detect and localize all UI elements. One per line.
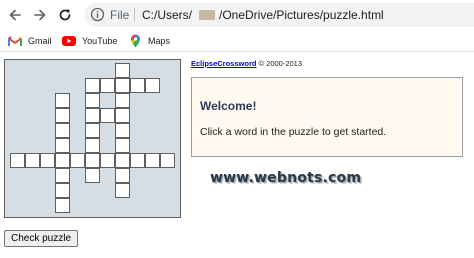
maps-icon: [128, 34, 142, 48]
crossword-cell[interactable]: [85, 153, 100, 168]
crossword-cell[interactable]: [85, 123, 100, 138]
crossword-cell[interactable]: [115, 153, 130, 168]
arrow-right-icon: [34, 9, 46, 21]
bookmark-youtube[interactable]: YouTube: [62, 34, 117, 48]
crossword-cell[interactable]: [115, 183, 130, 198]
crossword-cell[interactable]: [100, 153, 115, 168]
gmail-icon: [8, 35, 22, 47]
back-button[interactable]: [3, 3, 27, 27]
crossword-cell[interactable]: [145, 153, 160, 168]
copyright-text: © 2000-2013: [256, 59, 303, 68]
crossword-cell[interactable]: [55, 93, 70, 108]
address-bar[interactable]: File C:/Users/ /OneDrive/Pictures/puzzle…: [84, 3, 474, 27]
crossword-cell[interactable]: [130, 78, 145, 93]
crossword-cell[interactable]: [55, 108, 70, 123]
eclipsecrossword-link[interactable]: EclipseCrossword: [191, 59, 256, 68]
crossword-cell[interactable]: [55, 198, 70, 213]
crossword-cell[interactable]: [10, 153, 25, 168]
arrow-left-icon: [9, 9, 21, 21]
forward-button[interactable]: [28, 3, 52, 27]
crossword-cell[interactable]: [70, 153, 85, 168]
crossword-cell[interactable]: [85, 138, 100, 153]
crossword-cell[interactable]: [115, 63, 130, 78]
bookmark-label: Maps: [148, 36, 171, 46]
crossword-cell[interactable]: [145, 78, 160, 93]
redacted-username: [199, 10, 215, 20]
crossword-cell[interactable]: [85, 78, 100, 93]
watermark: www.webnots.com: [210, 170, 362, 186]
credit-line: EclipseCrossword © 2000-2013: [191, 59, 302, 68]
welcome-panel: Welcome! Click a word in the puzzle to g…: [191, 77, 463, 157]
address-separator: [134, 8, 135, 22]
crossword-cell[interactable]: [55, 183, 70, 198]
crossword-cell[interactable]: [115, 93, 130, 108]
welcome-message: Click a word in the puzzle to get starte…: [200, 126, 387, 138]
crossword-cell[interactable]: [25, 153, 40, 168]
bookmarks-bar: Gmail YouTube Maps: [0, 30, 474, 52]
crossword-cell[interactable]: [115, 108, 130, 123]
bookmark-label: YouTube: [82, 36, 118, 46]
crossword-cell[interactable]: [115, 138, 130, 153]
crossword-cell[interactable]: [115, 78, 130, 93]
bookmark-maps[interactable]: Maps: [128, 34, 170, 48]
crossword-cell[interactable]: [100, 78, 115, 93]
url-prefix: C:/Users/: [142, 8, 193, 22]
bookmark-gmail[interactable]: Gmail: [8, 34, 52, 48]
url-suffix: /OneDrive/Pictures/puzzle.html: [219, 8, 384, 22]
youtube-icon: [62, 35, 76, 47]
reload-icon: [59, 9, 71, 21]
info-icon[interactable]: [90, 7, 105, 22]
crossword-cell[interactable]: [40, 153, 55, 168]
crossword-cell[interactable]: [85, 168, 100, 183]
crossword-cell[interactable]: [160, 153, 175, 168]
crossword-cell[interactable]: [55, 138, 70, 153]
crossword-cell[interactable]: [55, 153, 70, 168]
crossword-cell[interactable]: [115, 123, 130, 138]
welcome-title: Welcome!: [200, 99, 257, 113]
crossword-cell[interactable]: [85, 93, 100, 108]
crossword-cell[interactable]: [115, 168, 130, 183]
crossword-cell[interactable]: [85, 108, 100, 123]
check-puzzle-button[interactable]: Check puzzle: [4, 230, 78, 247]
bookmark-label: Gmail: [28, 36, 52, 46]
browser-toolbar: File C:/Users/ /OneDrive/Pictures/puzzle…: [0, 0, 474, 30]
crossword-cell[interactable]: [100, 108, 115, 123]
crossword-cell[interactable]: [55, 168, 70, 183]
crossword-cell[interactable]: [55, 123, 70, 138]
crossword-cell[interactable]: [130, 153, 145, 168]
reload-button[interactable]: [53, 3, 77, 27]
crossword-grid: [4, 59, 181, 218]
url-scheme-label: File: [110, 8, 130, 22]
